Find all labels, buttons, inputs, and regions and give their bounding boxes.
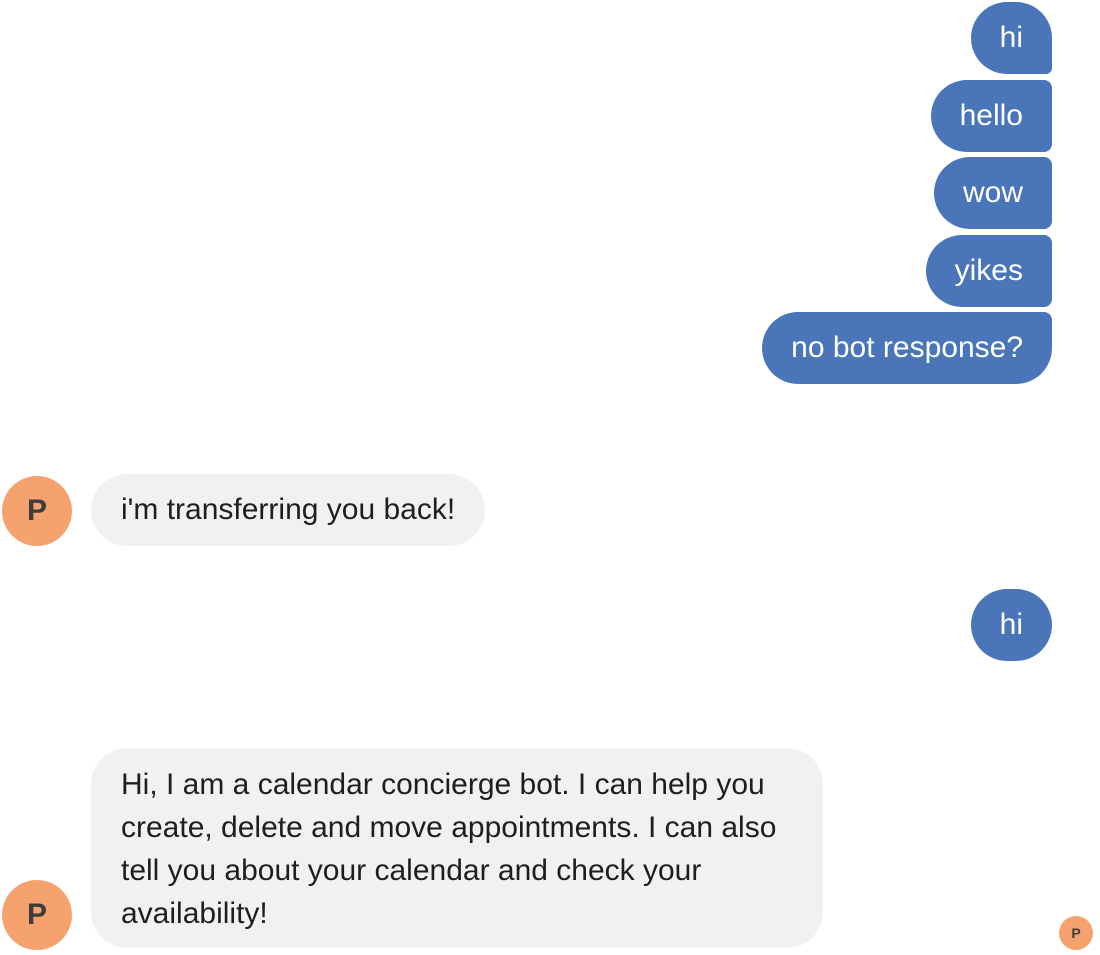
message-text: wow xyxy=(962,176,1023,209)
user-message-bubble: yikes xyxy=(925,235,1052,307)
bot-message-bubble: i'm transferring you back! xyxy=(91,474,486,546)
bot-avatar: P xyxy=(2,476,72,546)
avatar-letter: P xyxy=(26,494,47,527)
message-text: hi xyxy=(999,21,1023,54)
message-text: i'm transferring you back! xyxy=(121,493,456,526)
message-text: hi xyxy=(999,608,1023,641)
chat-transcript: hi hello wow yikes no bot response? P i'… xyxy=(0,0,1100,955)
bot-message-bubble: Hi, I am a calendar concierge bot. I can… xyxy=(91,748,823,948)
user-message-bubble: hi xyxy=(970,589,1052,661)
user-message-bubble: no bot response? xyxy=(762,312,1052,384)
user-message-bubble: hi xyxy=(970,2,1052,74)
bot-avatar: P xyxy=(2,880,72,950)
avatar-letter: P xyxy=(26,898,47,931)
user-message-bubble: hello xyxy=(930,80,1052,152)
message-text: Hi, I am a calendar concierge bot. I can… xyxy=(121,768,777,930)
user-message-bubble: wow xyxy=(933,157,1052,229)
message-text: hello xyxy=(959,99,1023,132)
read-receipt-avatar: P xyxy=(1059,916,1093,950)
message-text: no bot response? xyxy=(791,331,1023,364)
message-text: yikes xyxy=(954,254,1023,287)
avatar-letter: P xyxy=(1071,925,1081,941)
